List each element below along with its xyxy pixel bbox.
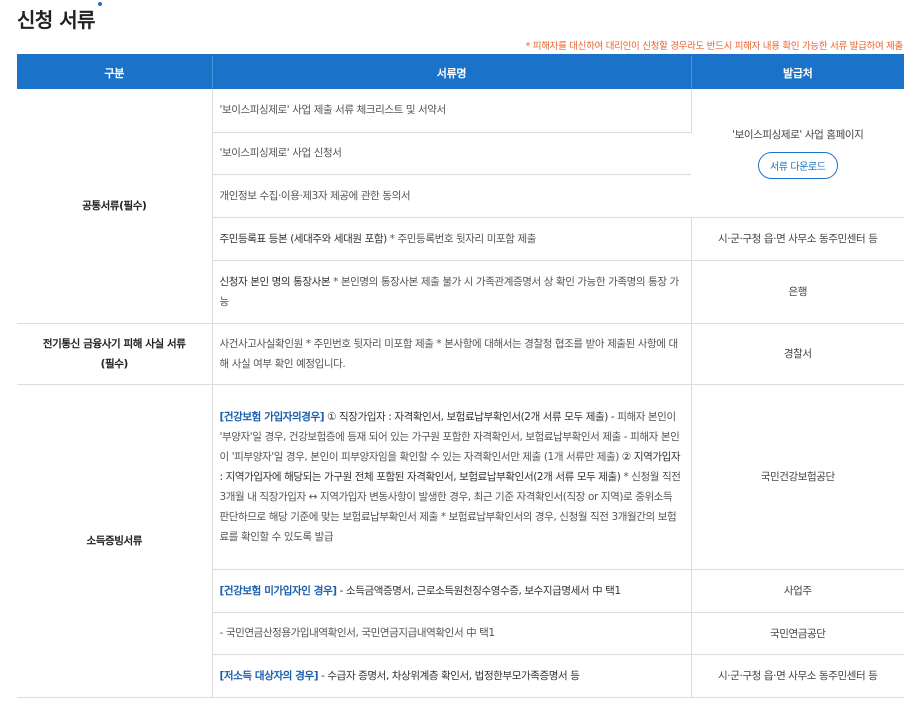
issuer-lowincome: 시·군·구청 읍·면 사무소 동주민센터 등 xyxy=(691,654,904,698)
issuer-bank: 은행 xyxy=(691,260,904,324)
header-issuer: 발급처 xyxy=(691,55,904,89)
category-fraud: 전기통신 금융사기 피해 사실 서류 (필수) xyxy=(17,323,213,385)
issuer-employer: 사업주 xyxy=(691,569,904,613)
insured-title: [건강보험 가입자의경우] xyxy=(219,410,325,423)
table-header-row: 구분 서류명 발급처 xyxy=(17,55,904,89)
title-accent-dot xyxy=(98,2,102,6)
resident-main: 주민등록표 등본 (세대주와 세대원 포함) xyxy=(219,232,388,245)
bankbook-main: 신청자 본인 명의 통장사본 xyxy=(219,275,331,288)
insured-part1: ① 직장가입자 : 자격확인서, 보험료납부확인서(2개 서류 모두 제출) - xyxy=(324,410,615,423)
document-low-income: [저소득 대상자의 경우] - 수급자 증명서, 차상위계층 확인서, 법정한부… xyxy=(212,654,692,698)
document-incident-certificate: 사건사고사실확인원 * 주민번호 뒷자리 미포함 제출 * 본사항에 대해서는 … xyxy=(212,323,692,385)
category-income: 소득증빙서류 xyxy=(17,384,213,698)
category-fraud-line2: (필수) xyxy=(100,357,129,370)
lowincome-title: [저소득 대상자의 경우] xyxy=(219,669,319,682)
download-forms-button[interactable]: 서류 다운로드 xyxy=(757,151,838,179)
header-category: 구분 xyxy=(17,55,213,89)
resident-note: * 주민등록번호 뒷자리 미포함 제출 xyxy=(386,232,537,245)
document-privacy-consent: 개인정보 수집·이용·제3자 제공에 관한 동의서 xyxy=(212,174,691,218)
issuer-resident: 시·군·구청 읍·면 사무소 동주민센터 등 xyxy=(691,217,904,261)
page-title: 신청 서류 xyxy=(17,8,96,32)
issuer-homepage-cell: '보이스피싱제로' 사업 홈페이지 서류 다운로드 xyxy=(691,89,904,218)
category-fraud-line1: 전기통신 금융사기 피해 사실 서류 xyxy=(42,337,186,350)
document-uninsured: [건강보험 미가입자인 경우] - 소득금액증명서, 근로소득원천징수영수증, … xyxy=(212,569,692,613)
uninsured-body: - 소득금액증명서, 근로소득원천징수영수증, 보수지급명세서 中 택1 xyxy=(336,584,621,597)
issuer-police: 경찰서 xyxy=(691,323,904,385)
lowincome-body: - 수급자 증명서, 차상위계층 확인서, 법정한부모가족증명서 등 xyxy=(318,669,580,682)
document-application: '보이스피싱제로' 사업 신청서 xyxy=(212,132,691,175)
proxy-notice: * 피해자를 대신하여 대리인이 신청할 경우라도 반드시 피해자 내용 확인 … xyxy=(525,41,904,52)
table-row: 공통서류(필수) '보이스피싱제로' 사업 제출 서류 체크리스트 및 서약서 … xyxy=(17,89,904,324)
document-pension: - 국민연금산정용가입내역확인서, 국민연금지급내역확인서 中 택1 xyxy=(212,612,692,655)
header-document-name: 서류명 xyxy=(212,55,692,89)
document-bankbook: 신청자 본인 명의 통장사본 * 본인명의 통장사본 제출 불가 시 가족관계증… xyxy=(212,260,692,324)
table-row: 소득증빙서류 [건강보험 가입자의경우] ① 직장가입자 : 자격확인서, 보험… xyxy=(17,384,904,698)
document-insured: [건강보험 가입자의경우] ① 직장가입자 : 자격확인서, 보험료납부확인서(… xyxy=(212,384,692,570)
category-common: 공통서류(필수) xyxy=(17,89,213,324)
issuer-homepage: '보이스피싱제로' 사업 홈페이지 xyxy=(732,128,864,141)
issuer-nhis: 국민건강보험공단 xyxy=(691,384,904,570)
issuer-nps: 국민연금공단 xyxy=(691,612,904,655)
document-checklist: '보이스피싱제로' 사업 제출 서류 체크리스트 및 서약서 xyxy=(212,89,692,133)
table-row: 전기통신 금융사기 피해 사실 서류 (필수) 사건사고사실확인원 * 주민번호… xyxy=(17,323,904,385)
documents-table: 구분 서류명 발급처 공통서류(필수) '보이스피싱제로' 사업 제출 서류 체… xyxy=(17,54,904,698)
uninsured-title: [건강보험 미가입자인 경우] xyxy=(219,584,338,597)
document-resident-registration: 주민등록표 등본 (세대주와 세대원 포함) * 주민등록번호 뒷자리 미포함 … xyxy=(212,217,692,261)
